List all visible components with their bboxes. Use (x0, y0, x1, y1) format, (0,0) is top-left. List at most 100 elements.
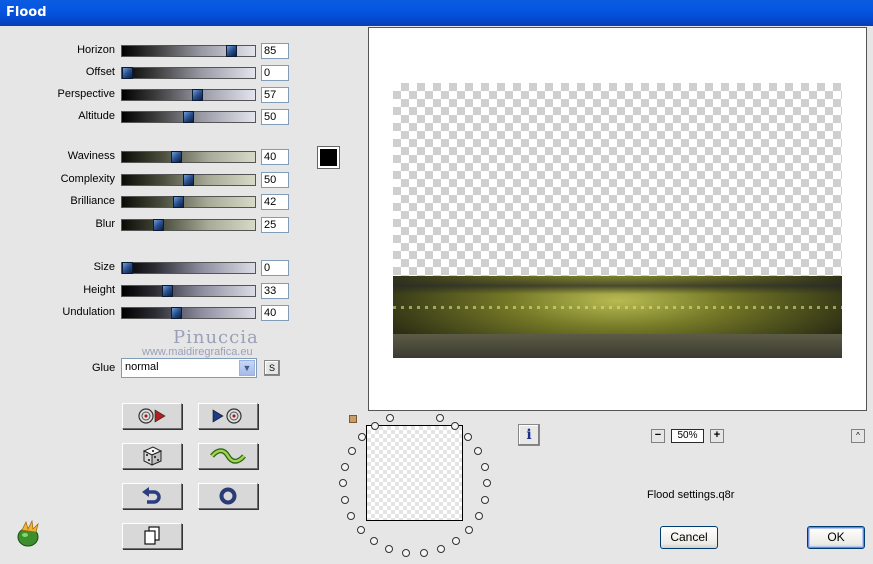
navigator-handle[interactable] (349, 415, 357, 423)
slider-track[interactable] (121, 174, 256, 186)
glue-select[interactable]: normal ▼ (121, 358, 257, 378)
slider-value-field[interactable]: 40 (261, 149, 289, 165)
copy-button[interactable] (122, 523, 182, 549)
slider-value-field[interactable]: 85 (261, 43, 289, 59)
slider-track[interactable] (121, 151, 256, 163)
randomize-button[interactable] (122, 443, 182, 469)
slider-thumb[interactable] (171, 307, 182, 319)
glue-s-button[interactable]: S (264, 360, 280, 376)
slider-value-field[interactable]: 33 (261, 283, 289, 299)
preview-image (393, 83, 842, 358)
slider-track[interactable] (121, 45, 256, 57)
slider-track[interactable] (121, 89, 256, 101)
info-button[interactable]: i (518, 424, 540, 446)
wave-icon (210, 448, 246, 464)
navigator-dot (465, 526, 473, 534)
navigator-dot (451, 422, 459, 430)
slider-thumb[interactable] (122, 262, 133, 274)
load-preset-button[interactable] (122, 403, 182, 429)
slider-track[interactable] (121, 262, 256, 274)
navigator-dot (481, 496, 489, 504)
slider-track[interactable] (121, 307, 256, 319)
save-preset-button[interactable] (198, 403, 258, 429)
slider-value-field[interactable]: 25 (261, 217, 289, 233)
slider-label: Height (83, 284, 115, 296)
slider-label: Altitude (78, 110, 115, 122)
navigator-dot (474, 447, 482, 455)
navigator-dot (464, 433, 472, 441)
flood-dialog: Flood Horizon 85 Offset 0 Perspective 57 Altit… (0, 0, 873, 564)
navigator-dot (341, 496, 349, 504)
slider-track[interactable] (121, 67, 256, 79)
slider-label: Complexity (60, 173, 115, 185)
zoom-out-button[interactable]: − (651, 429, 665, 443)
navigator-dot (358, 433, 366, 441)
navigator-dot (339, 479, 347, 487)
slider-thumb[interactable] (173, 196, 184, 208)
reset-button[interactable] (198, 483, 258, 509)
navigator-dot (348, 447, 356, 455)
navigator-dot (386, 414, 394, 422)
water-reflection (393, 334, 842, 358)
navigator-dot (385, 545, 393, 553)
navigator-dot (483, 479, 491, 487)
navigator-dot (371, 422, 379, 430)
watermark-name: Pinuccia (173, 327, 259, 348)
chevron-down-icon[interactable]: ▼ (239, 360, 255, 376)
flood-color-swatch[interactable] (317, 146, 340, 169)
slider-thumb[interactable] (122, 67, 133, 79)
watermark-url: www.maidiregrafica.eu (142, 346, 253, 358)
slider-thumb[interactable] (192, 89, 203, 101)
zoom-level: 50% (671, 429, 704, 443)
dialog-client: Horizon 85 Offset 0 Perspective 57 Altitude 50 W… (0, 26, 873, 564)
slider-thumb[interactable] (183, 174, 194, 186)
navigator-dot (347, 512, 355, 520)
glue-select-value: normal (125, 361, 159, 373)
slider-label: Brilliance (70, 195, 115, 207)
slider-value-field[interactable]: 50 (261, 172, 289, 188)
slider-label: Blur (95, 218, 115, 230)
navigator-dot (475, 512, 483, 520)
slider-value-field[interactable]: 0 (261, 65, 289, 81)
slider-thumb[interactable] (162, 285, 173, 297)
ok-button[interactable]: OK (807, 526, 865, 549)
undo-button[interactable] (122, 483, 182, 509)
navigator-dot (357, 526, 365, 534)
slider-label: Horizon (77, 44, 115, 56)
preview-pane[interactable] (368, 27, 867, 411)
wave-button[interactable] (198, 443, 258, 469)
ring-icon (219, 487, 237, 505)
slider-thumb[interactable] (183, 111, 194, 123)
slider-track[interactable] (121, 196, 256, 208)
slider-label: Undulation (62, 306, 115, 318)
collapse-button[interactable]: ^ (851, 429, 865, 443)
slider-thumb[interactable] (171, 151, 182, 163)
navigator-thumbnail[interactable] (366, 425, 463, 521)
horizon-line (393, 306, 842, 309)
undo-arrow-icon (142, 487, 161, 504)
slider-label: Offset (85, 66, 115, 78)
slider-value-field[interactable]: 40 (261, 305, 289, 321)
slider-thumb[interactable] (153, 219, 164, 231)
navigator-dot (341, 463, 349, 471)
slider-value-field[interactable]: 42 (261, 194, 289, 210)
slider-track[interactable] (121, 111, 256, 123)
zoom-in-button[interactable]: + (710, 429, 724, 443)
copy-pages-icon (144, 526, 160, 545)
slider-thumb[interactable] (226, 45, 237, 57)
slider-value-field[interactable]: 0 (261, 260, 289, 276)
navigator-dot (452, 537, 460, 545)
title-bar: Flood (0, 0, 873, 26)
slider-value-field[interactable]: 50 (261, 109, 289, 125)
slider-track[interactable] (121, 285, 256, 297)
navigator-dot (481, 463, 489, 471)
cancel-button[interactable]: Cancel (660, 526, 718, 549)
flood-effect-render (393, 276, 842, 358)
slider-label: Waviness (67, 150, 115, 162)
disc-arrow-right-icon (138, 408, 166, 424)
navigator-dot (436, 414, 444, 422)
slider-track[interactable] (121, 219, 256, 231)
arrow-disc-right-icon (212, 408, 242, 424)
slider-label: Perspective (57, 88, 115, 100)
slider-value-field[interactable]: 57 (261, 87, 289, 103)
